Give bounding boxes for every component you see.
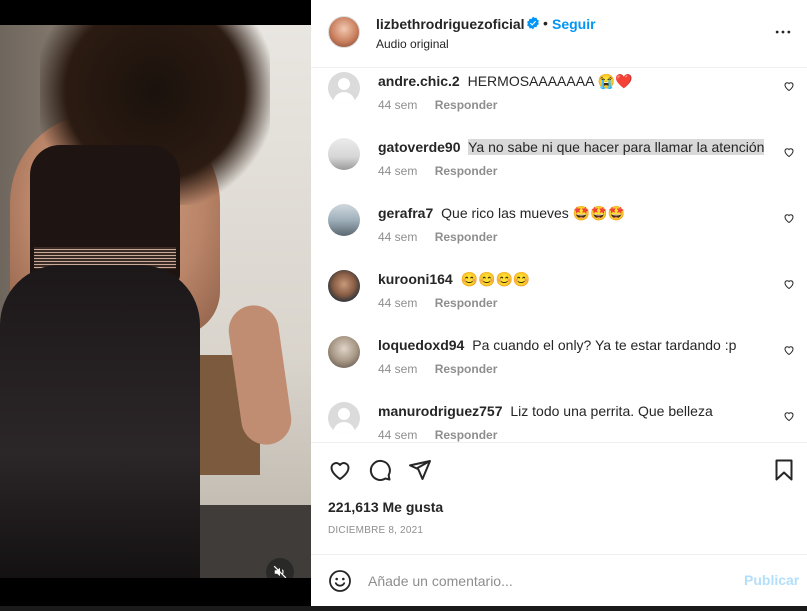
publish-button[interactable]: Publicar [744,572,799,588]
comment-item: loquedoxd94 Pa cuando el only? Ya te est… [311,332,807,398]
video-background-floor [200,505,311,578]
post-date[interactable]: DICIEMBRE 8, 2021 [328,525,423,536]
comment-username[interactable]: kurooni164 [378,271,453,287]
share-icon[interactable] [408,458,432,482]
comment-text: 😊😊😊😊 [460,271,531,287]
mute-icon [273,565,287,578]
comment-like-icon[interactable] [783,278,795,290]
comment-input[interactable] [368,569,728,593]
comment-time[interactable]: 44 sem [378,362,417,376]
comment-username[interactable]: loquedoxd94 [378,337,464,353]
comment-username[interactable]: manurodriguez757 [378,403,502,419]
audio-label[interactable]: Audio original [376,37,449,51]
comment-meta: 44 sem Responder [378,230,497,244]
comments-list[interactable]: andre.chic.2 HERMOSAAAAAAA 😭❤️ 44 sem Re… [311,68,807,442]
comment-avatar[interactable] [328,402,360,434]
heart-icon[interactable] [328,458,352,482]
comment-username[interactable]: gatoverde90 [378,139,460,155]
comment-like-icon[interactable] [783,212,795,224]
comment-meta: 44 sem Responder [378,362,497,376]
comment-like-icon[interactable] [783,344,795,356]
comment-username[interactable]: andre.chic.2 [378,73,460,89]
post-actions: 221,613 Me gusta DICIEMBRE 8, 2021 [311,442,807,554]
post-header: lizbethrodriguezoficial • Seguir Audio o… [311,0,807,68]
post-media[interactable] [0,0,311,611]
video-player[interactable] [0,25,311,578]
comment-body: andre.chic.2 HERMOSAAAAAAA 😭❤️ [378,72,632,90]
follow-button[interactable]: Seguir [552,16,596,32]
comment-text: Liz todo una perrita. Que belleza [510,403,713,419]
comment-text: HERMOSAAAAAAA 😭❤️ [467,73,633,89]
comment-item: gatoverde90 Ya no sabe ni que hacer para… [311,134,807,200]
reply-button[interactable]: Responder [435,428,498,442]
post-side-panel: lizbethrodriguezoficial • Seguir Audio o… [311,0,807,606]
comment-avatar[interactable] [328,72,360,104]
comment-avatar[interactable] [328,204,360,236]
comment-body: kurooni164 😊😊😊😊 [378,270,530,288]
comment-item: kurooni164 😊😊😊😊 44 sem Responder [311,266,807,332]
author-username[interactable]: lizbethrodriguezoficial [376,16,525,32]
verified-icon [527,16,539,30]
emoji-icon[interactable] [328,569,352,593]
comment-icon[interactable] [368,458,392,482]
more-options-icon[interactable] [773,22,793,42]
comment-body: gatoverde90 Ya no sabe ni que hacer para… [378,138,765,156]
comment-time[interactable]: 44 sem [378,98,417,112]
page-bottom-strip [0,606,807,611]
video-subject-leggings [0,265,200,578]
comment-like-icon[interactable] [783,146,795,158]
comment-time[interactable]: 44 sem [378,296,417,310]
author-avatar[interactable] [328,16,360,48]
comment-text: Que rico las mueves 🤩🤩🤩 [441,205,625,221]
comment-body: manurodriguez757 Liz todo una perrita. Q… [378,402,713,420]
comment-body: loquedoxd94 Pa cuando el only? Ya te est… [378,336,736,354]
mute-button[interactable] [266,558,294,578]
reply-button[interactable]: Responder [435,230,498,244]
save-icon[interactable] [772,458,796,482]
comment-item: gerafra7 Que rico las mueves 🤩🤩🤩 44 sem … [311,200,807,266]
comment-avatar[interactable] [328,270,360,302]
comment-like-icon[interactable] [783,80,795,92]
reply-button[interactable]: Responder [435,296,498,310]
likes-count[interactable]: 221,613 Me gusta [328,499,443,515]
reply-button[interactable]: Responder [435,164,498,178]
comment-avatar[interactable] [328,336,360,368]
add-comment-bar: Publicar [311,554,807,606]
comment-meta: 44 sem Responder [378,296,497,310]
comment-text: Ya no sabe ni que hacer para llamar la a… [468,139,765,155]
comment-avatar[interactable] [328,138,360,170]
comment-meta: 44 sem Responder [378,98,497,112]
comment-like-icon[interactable] [783,410,795,422]
comment-text: Pa cuando el only? Ya te estar tardando … [472,337,737,353]
comment-time[interactable]: 44 sem [378,164,417,178]
comment-username[interactable]: gerafra7 [378,205,433,221]
comment-meta: 44 sem Responder [378,164,497,178]
reply-button[interactable]: Responder [435,362,498,376]
comment-meta: 44 sem Responder [378,428,497,442]
header-separator: • [543,15,548,31]
comment-time[interactable]: 44 sem [378,230,417,244]
comment-time[interactable]: 44 sem [378,428,417,442]
comment-item: manurodriguez757 Liz todo una perrita. Q… [311,398,807,442]
comment-body: gerafra7 Que rico las mueves 🤩🤩🤩 [378,204,625,222]
reply-button[interactable]: Responder [435,98,498,112]
comment-item: andre.chic.2 HERMOSAAAAAAA 😭❤️ 44 sem Re… [311,68,807,134]
